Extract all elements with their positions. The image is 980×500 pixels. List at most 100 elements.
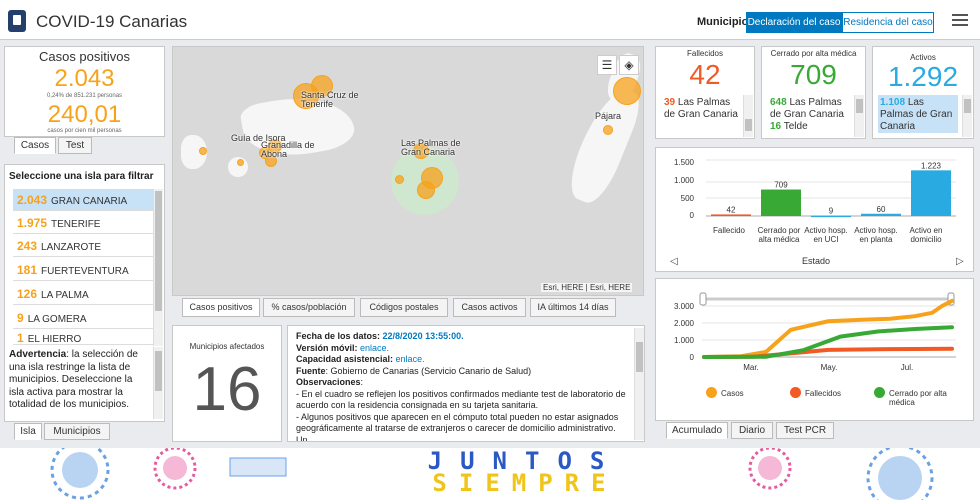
tab-map-codigos-postales[interactable]: Códigos postales bbox=[360, 298, 448, 317]
tab-acumulado[interactable]: Acumulado bbox=[666, 422, 728, 439]
islands-warning: Advertencia: la selección de una isla re… bbox=[9, 349, 138, 410]
scrollbar-thumb[interactable] bbox=[155, 351, 162, 391]
case-bubble[interactable] bbox=[395, 175, 404, 184]
map-label-granadilla: Granadilla de Abona bbox=[261, 140, 315, 159]
case-bubble[interactable] bbox=[613, 77, 641, 105]
ytick: 3.000 bbox=[673, 302, 694, 311]
municipio-label: Municipio bbox=[697, 16, 749, 28]
scrollbar-thumb[interactable] bbox=[856, 99, 863, 113]
islands-panel: Seleccione una isla para filtrar 2.043 GR… bbox=[4, 164, 165, 422]
xtick: Activo hosp. en planta bbox=[854, 226, 898, 244]
kpi-scrollbar[interactable] bbox=[854, 95, 864, 137]
tab-casos[interactable]: Casos bbox=[14, 137, 56, 154]
case-bubble[interactable] bbox=[417, 181, 435, 199]
scrollbar-thumb[interactable] bbox=[636, 342, 643, 372]
xtick: Activo hosp. en UCI bbox=[804, 226, 848, 244]
kpi-fallecidos-value: 42 bbox=[689, 59, 721, 90]
scrollbar-thumb[interactable] bbox=[155, 191, 162, 311]
case-bubble[interactable] bbox=[603, 125, 613, 135]
legend-cerrado: Cerrado por alta médica bbox=[889, 389, 947, 407]
island-item[interactable]: 9 LA GOMERA bbox=[13, 307, 155, 329]
movil-link[interactable]: enlace. bbox=[360, 343, 389, 353]
bar[interactable] bbox=[761, 189, 801, 216]
legend-casos: Casos bbox=[721, 389, 744, 398]
chevron-left-icon[interactable]: ◁ bbox=[670, 256, 678, 267]
capacidad-link[interactable]: enlace. bbox=[396, 354, 425, 364]
bar-xaxis-label: Estado bbox=[801, 256, 831, 266]
tab-test[interactable]: Test bbox=[58, 137, 92, 154]
island-item[interactable]: 126 LA PALMA bbox=[13, 283, 155, 305]
island-item[interactable]: 2.043 GRAN CANARIA bbox=[13, 189, 155, 211]
residencia-button[interactable]: Residencia del caso bbox=[842, 12, 934, 33]
ytick: 1.000 bbox=[673, 336, 694, 345]
casos-title: Casos positivos bbox=[38, 49, 131, 64]
case-bubble[interactable] bbox=[237, 159, 244, 166]
kpi-cerrado: Cerrado por alta médica 709 648 Las Palm… bbox=[761, 46, 866, 139]
scrollbar-thumb[interactable] bbox=[964, 99, 971, 113]
tab-map-casos-activos[interactable]: Casos activos bbox=[453, 298, 526, 317]
bar[interactable] bbox=[711, 214, 751, 216]
tab-municipios[interactable]: Municipios bbox=[44, 423, 110, 440]
app-header: COVID-19 Canarias Municipio Declaración … bbox=[0, 0, 980, 40]
municipios-value: 16 bbox=[192, 355, 262, 424]
bar[interactable] bbox=[911, 170, 951, 216]
line-chart-panel: 3.000 2.000 1.000 0 Mar. May. Jul. Casos… bbox=[655, 278, 974, 421]
tab-map-ia[interactable]: IA últimos 14 días bbox=[530, 298, 616, 317]
bottom-banner: JUNTOS SIEMPRE bbox=[0, 448, 980, 500]
info-scrollbar[interactable] bbox=[634, 328, 644, 440]
estado-bar-chart: 42 709 9 60 1.223 bbox=[706, 159, 956, 218]
xtick: Cerrado por alta médica bbox=[757, 226, 801, 244]
map-view[interactable]: Santa Cruz de Tenerife Guía de Isora Gra… bbox=[172, 46, 646, 296]
legend-swatch-cerrado bbox=[874, 387, 885, 398]
tab-map-casos-positivos[interactable]: Casos positivos bbox=[182, 298, 260, 317]
app-title: COVID-19 Canarias bbox=[36, 12, 188, 31]
range-slider-handle-left[interactable] bbox=[699, 292, 707, 306]
chevron-right-icon[interactable]: ▷ bbox=[956, 256, 964, 267]
series-line[interactable] bbox=[702, 325, 954, 359]
map-label-las-palmas: Las Palmas de Gran Canaria bbox=[401, 138, 461, 157]
kpi-cerrado-sub: 648 Las Palmas de Gran Canaria 16 Telde bbox=[770, 97, 844, 132]
info-text: Fecha de los datos: 22/8/2020 13:55:00. … bbox=[296, 331, 626, 442]
map-attribution: Esri, HERE | Esri, HERE bbox=[541, 283, 633, 292]
xtick: May. bbox=[820, 363, 838, 372]
casos-value: 2.043 bbox=[54, 65, 115, 92]
tab-diario[interactable]: Diario bbox=[731, 422, 773, 439]
declaracion-button[interactable]: Declaración del caso bbox=[746, 12, 842, 33]
kpi-scrollbar[interactable] bbox=[743, 95, 753, 137]
bar-value-label: 709 bbox=[774, 181, 788, 190]
warning-scrollbar[interactable] bbox=[153, 347, 163, 419]
tab-test-pcr[interactable]: Test PCR bbox=[776, 422, 834, 439]
kpi-scrollbar[interactable] bbox=[962, 95, 972, 137]
info-panel: Fecha de los datos: 22/8/2020 13:55:00. … bbox=[287, 325, 645, 442]
xtick: Activo en domicilio bbox=[909, 226, 943, 244]
scrollbar-thumb[interactable] bbox=[745, 119, 752, 131]
canarias-seal-icon bbox=[8, 10, 26, 32]
bar-value-label: 42 bbox=[727, 205, 736, 214]
bar[interactable] bbox=[811, 215, 851, 218]
legend-list-icon[interactable]: ☰ bbox=[597, 55, 617, 75]
tab-isla[interactable]: Isla bbox=[14, 423, 42, 440]
kpi-cerrado-label: Cerrado por alta médica bbox=[770, 49, 857, 58]
tab-map-pct[interactable]: % casos/población bbox=[263, 298, 355, 317]
xtick: Mar. bbox=[743, 363, 759, 372]
layers-icon[interactable]: ◈ bbox=[619, 55, 639, 75]
island-item[interactable]: 1.975 TENERIFE bbox=[13, 212, 155, 234]
island-item[interactable]: 243 LANZAROTE bbox=[13, 235, 155, 257]
kpi-activos-value: 1.292 bbox=[887, 61, 959, 92]
kpi-fallecidos-label: Fallecidos bbox=[686, 49, 723, 58]
casos-rate-label: casos por cien mil personas bbox=[47, 128, 122, 134]
bar-chart-panel: 42 709 9 60 1.223 1.500 1.000 500 0 Fallecid… bbox=[655, 147, 974, 272]
legend-swatch-casos bbox=[706, 387, 717, 398]
kpi-activos: Activos 1.292 1.108 Las Palmas de Gran C… bbox=[872, 46, 974, 139]
bar[interactable] bbox=[861, 213, 901, 216]
ytick: 0 bbox=[689, 211, 694, 220]
island-item[interactable]: 181 FUERTEVENTURA bbox=[13, 259, 155, 281]
islands-scrollbar[interactable] bbox=[153, 189, 163, 346]
hamburger-menu-icon[interactable] bbox=[952, 14, 968, 26]
ytick: 500 bbox=[680, 194, 694, 203]
xtick: Jul. bbox=[900, 363, 914, 372]
casos-rate: 240,01 bbox=[47, 101, 122, 128]
island-item[interactable]: 1 EL HIERRO bbox=[13, 331, 155, 345]
kpi-activos-sub[interactable]: 1.108 Las Palmas de Gran Canaria bbox=[878, 95, 958, 133]
case-bubble[interactable] bbox=[199, 147, 207, 155]
